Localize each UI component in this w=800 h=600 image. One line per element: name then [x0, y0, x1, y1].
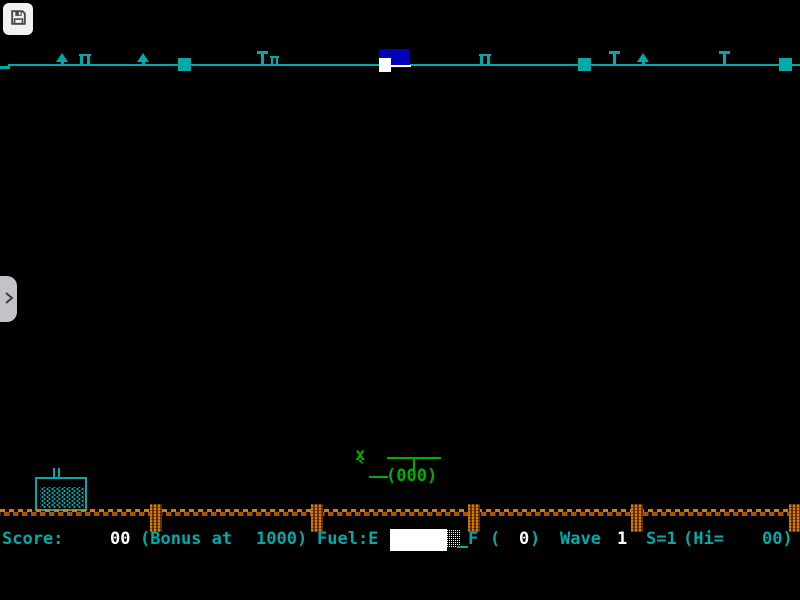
minimap-tee-icon	[257, 51, 268, 65]
fuel-gauge-fill	[390, 529, 447, 551]
wave-value: 1	[617, 529, 627, 549]
score-label: Score:	[2, 529, 63, 549]
bonus-label: (Bonus at	[140, 529, 232, 549]
minimap-block-icon	[779, 58, 792, 71]
depot-hatch-fill	[40, 487, 84, 508]
bonus-threshold-value: 1000)	[256, 529, 307, 549]
minimap-terrain-step	[0, 66, 10, 69]
minimap-pillars-icon	[479, 54, 491, 65]
depot-chimney-left	[53, 468, 55, 477]
ground-strip	[0, 509, 800, 517]
minimap-tree-icon	[637, 53, 650, 65]
plane-tail-hook: `	[356, 461, 368, 478]
chevron-right-icon	[4, 290, 14, 309]
fuel-empty-label: Fuel:E	[317, 529, 378, 549]
minimap-pillars-small-icon	[270, 56, 279, 65]
panel-toggle-button[interactable]	[0, 276, 17, 322]
minimap-tee-icon	[719, 51, 730, 65]
ground-post	[789, 504, 800, 532]
fuel-count-paren-open: (	[490, 529, 500, 549]
ground-post	[468, 504, 480, 532]
hiscore-value: 00)	[762, 529, 793, 549]
floppy-disk-icon	[9, 8, 28, 31]
plane-wheels: (000)	[386, 468, 437, 485]
minimap-tee-icon	[609, 51, 620, 65]
save-state-button[interactable]	[3, 3, 33, 35]
fuel-gauge-underscore	[457, 546, 468, 548]
depot-chimney-right	[58, 468, 60, 477]
score-value: 00	[110, 529, 130, 549]
speed-label: S=1	[646, 529, 677, 549]
minimap-tree-icon	[137, 53, 150, 65]
ground-post	[311, 504, 323, 532]
ground-post	[631, 504, 643, 532]
minimap-tree-icon	[56, 53, 69, 65]
wave-label: Wave	[560, 529, 601, 549]
minimap-block-icon	[578, 58, 591, 71]
minimap-runway-line	[391, 65, 411, 67]
ground-post	[150, 504, 162, 532]
fuel-count-paren-close: )	[530, 529, 540, 549]
minimap-block-icon	[178, 58, 191, 71]
minimap-pillars-icon	[79, 54, 91, 65]
fuel-full-label: F	[468, 529, 478, 549]
game-screen[interactable]: x ` (000) Score:00(Bonus at1000)Fuel:EF(…	[0, 0, 800, 600]
fuel-count-value: 0	[519, 529, 529, 549]
minimap-player-marker	[379, 58, 391, 72]
hiscore-label: (Hi=	[683, 529, 724, 549]
